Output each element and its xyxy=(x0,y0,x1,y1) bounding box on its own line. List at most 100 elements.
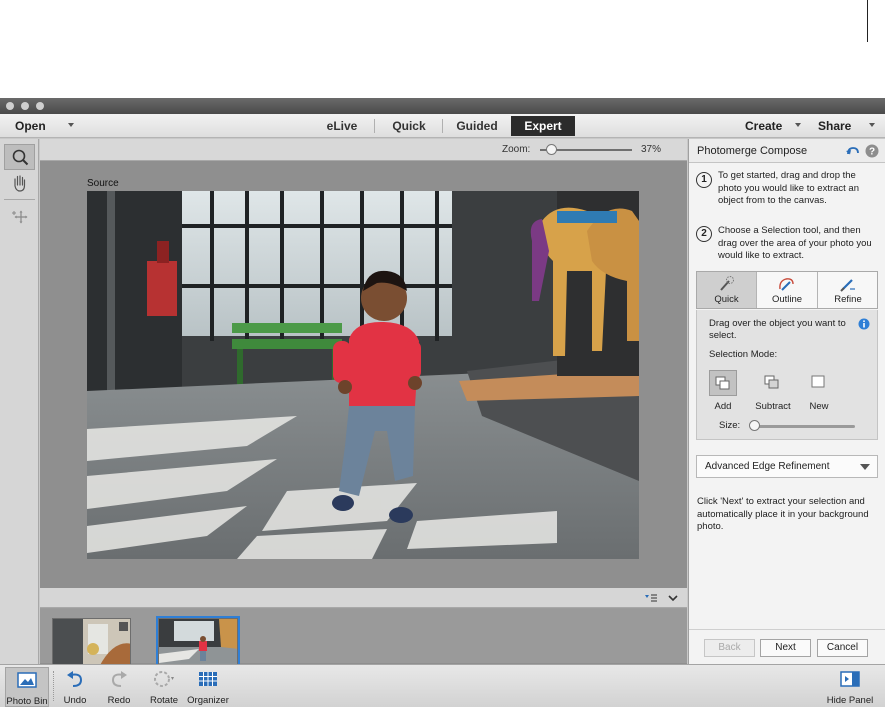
step-number-2: 2 xyxy=(696,226,712,242)
zoom-icon xyxy=(12,149,29,166)
source-label: Source xyxy=(87,178,119,189)
hide-panel-button[interactable]: Hide Panel xyxy=(824,667,876,707)
step-text-1: To get started, drag and drop the photo … xyxy=(718,170,860,206)
move-tool-button[interactable] xyxy=(4,203,35,229)
tab-guided[interactable]: Guided xyxy=(449,116,505,136)
zoom-window-button[interactable] xyxy=(36,102,44,110)
rotate-button[interactable]: Rotate xyxy=(146,667,182,707)
source-photo-thumbnail[interactable] xyxy=(156,616,240,670)
info-icon[interactable] xyxy=(858,318,870,330)
organizer-grid-icon xyxy=(199,672,217,686)
subtract-selection-icon xyxy=(764,375,779,389)
rotate-label: Rotate xyxy=(150,695,178,706)
quick-selection-icon xyxy=(720,276,734,291)
share-menu-button[interactable]: Share xyxy=(818,119,851,133)
advanced-edge-refinement-dropdown[interactable]: Advanced Edge Refinement xyxy=(696,455,878,478)
create-dropdown-caret-icon[interactable] xyxy=(795,123,801,127)
add-mode-button[interactable] xyxy=(709,370,737,396)
undo-label: Undo xyxy=(63,695,87,706)
next-button[interactable]: Next xyxy=(760,639,811,657)
organizer-button[interactable]: Organizer xyxy=(186,667,230,707)
tab-refine-selection-label: Refine xyxy=(834,294,862,305)
redo-button[interactable]: Redo xyxy=(102,667,136,707)
background-photo-thumbnail[interactable] xyxy=(52,618,131,668)
canvas-area: Zoom: 37% Source xyxy=(40,139,687,666)
open-menu-button[interactable]: Open xyxy=(15,119,46,133)
quick-selection-options: Drag over the object you want to select.… xyxy=(696,310,878,440)
close-window-button[interactable] xyxy=(6,102,14,110)
cancel-button[interactable]: Cancel xyxy=(817,639,868,657)
hide-panel-icon xyxy=(840,671,860,687)
tab-elive[interactable]: eLive xyxy=(318,116,366,136)
photo-bin-strip xyxy=(40,588,687,670)
tab-quick-selection[interactable]: Quick xyxy=(697,272,756,308)
zoom-bar: Zoom: 37% xyxy=(40,139,687,161)
tab-separator xyxy=(442,119,443,133)
page-edge-rule xyxy=(867,0,868,42)
zoom-slider-handle[interactable] xyxy=(546,144,557,155)
tab-quick-selection-label: Quick xyxy=(714,294,739,305)
photo-bin-button[interactable]: Photo Bin xyxy=(5,667,49,707)
minimize-window-button[interactable] xyxy=(21,102,29,110)
panel-title: Photomerge Compose xyxy=(697,145,808,157)
tab-separator xyxy=(374,119,375,133)
zoom-tool-button[interactable] xyxy=(4,144,35,170)
create-menu-button[interactable]: Create xyxy=(745,119,782,133)
bin-sort-icon[interactable] xyxy=(644,592,658,604)
source-photo-image xyxy=(87,191,639,559)
background-photo-thumbnail-image xyxy=(53,619,130,667)
svg-text:?: ? xyxy=(869,147,875,158)
tool-strip xyxy=(0,139,39,664)
size-label: Size: xyxy=(719,420,741,431)
taskbar-divider xyxy=(53,671,54,701)
help-icon[interactable]: ? xyxy=(865,144,879,158)
next-hint-text: Click 'Next' to extract your selection a… xyxy=(697,496,869,532)
back-button[interactable]: Back xyxy=(704,639,755,657)
tab-quick[interactable]: Quick xyxy=(383,116,435,136)
hand-tool-button[interactable] xyxy=(4,170,35,196)
new-mode-label: New xyxy=(809,401,829,412)
tool-divider xyxy=(4,199,35,200)
move-icon xyxy=(12,210,28,224)
step-text-2: Choose a Selection tool, and then drag o… xyxy=(718,225,872,261)
undo-icon xyxy=(67,671,83,687)
chevron-down-icon[interactable] xyxy=(667,592,679,604)
share-dropdown-caret-icon[interactable] xyxy=(869,123,875,127)
photo-bin-icon xyxy=(17,672,37,688)
step-number-1: 1 xyxy=(696,172,712,188)
new-selection-icon xyxy=(811,375,825,388)
size-slider-handle[interactable] xyxy=(749,420,760,431)
photomerge-compose-panel: Photomerge Compose ? 1 To get started, d… xyxy=(688,139,885,664)
organizer-label: Organizer xyxy=(187,695,229,706)
photoshop-elements-window: Open eLive Quick Guided Expert Create Sh… xyxy=(0,98,885,707)
reset-icon[interactable] xyxy=(846,145,860,157)
tab-outline-selection[interactable]: Outline xyxy=(757,272,817,308)
subtract-mode-button[interactable] xyxy=(759,370,787,396)
tab-outline-selection-label: Outline xyxy=(771,294,803,305)
selection-mode-label: Selection Mode: xyxy=(709,349,778,360)
subtract-mode-label: Subtract xyxy=(755,401,791,412)
hide-panel-label: Hide Panel xyxy=(826,695,874,706)
chevron-down-icon xyxy=(860,464,870,470)
size-slider-track[interactable] xyxy=(751,425,855,428)
redo-icon xyxy=(111,671,127,687)
source-photo-thumbnail-image xyxy=(159,619,237,667)
open-dropdown-caret-icon[interactable] xyxy=(68,123,74,127)
undo-button[interactable]: Undo xyxy=(58,667,92,707)
thumbnail-badge-icon xyxy=(119,622,128,631)
outline-selection-icon xyxy=(779,278,794,291)
source-photo-canvas[interactable] xyxy=(87,191,639,559)
window-title-bar xyxy=(0,98,885,114)
panel-header: Photomerge Compose ? xyxy=(689,139,885,163)
photo-bin-header xyxy=(40,588,687,608)
tab-refine-selection[interactable]: Refine xyxy=(818,272,878,308)
new-mode-button[interactable] xyxy=(805,370,833,396)
zoom-label: Zoom: xyxy=(502,144,531,155)
tab-expert[interactable]: Expert xyxy=(511,116,575,136)
bottom-taskbar: Photo Bin Undo Redo Rotate Organizer Hid… xyxy=(0,664,885,707)
advanced-edge-refinement-label: Advanced Edge Refinement xyxy=(705,461,830,472)
add-mode-label: Add xyxy=(714,401,732,412)
add-selection-icon xyxy=(715,376,730,390)
zoom-value: 37% xyxy=(641,144,662,155)
photo-bin-content xyxy=(40,609,687,663)
